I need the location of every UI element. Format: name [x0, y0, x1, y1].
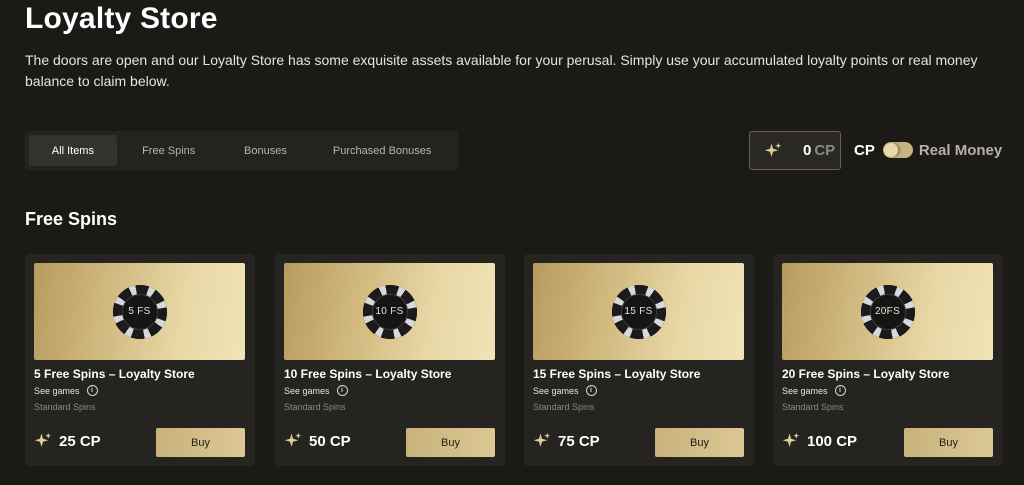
toggle-label-real-money[interactable]: Real Money — [919, 142, 1002, 159]
buy-button[interactable]: Buy — [655, 428, 744, 457]
see-games-link[interactable]: See games i — [782, 385, 846, 396]
card-banner: 15 FS — [533, 263, 744, 360]
free-spins-card: 10 FS 10 Free Spins – Loyalty Store See … — [275, 254, 505, 466]
category-tabs: All Items Free Spins Bonuses Purchased B… — [25, 131, 458, 170]
spin-type: Standard Spins — [533, 402, 595, 412]
card-title: 15 Free Spins – Loyalty Store — [533, 367, 701, 381]
sparkle-icon — [782, 432, 800, 450]
section-title: Free Spins — [25, 209, 118, 229]
card-banner: 20FS — [782, 263, 993, 360]
casino-chip-icon: 10 FS — [362, 284, 417, 339]
see-games-link[interactable]: See games i — [533, 385, 597, 396]
see-games-label: See games — [533, 385, 579, 396]
price-value: 50 CP — [309, 432, 351, 450]
free-spins-cards: 5 FS 5 Free Spins – Loyalty Store See ga… — [25, 254, 1005, 466]
info-icon[interactable]: i — [585, 385, 597, 396]
free-spins-card: 5 FS 5 Free Spins – Loyalty Store See ga… — [25, 254, 255, 466]
card-title: 20 Free Spins – Loyalty Store — [782, 367, 950, 381]
casino-chip-icon: 20FS — [860, 284, 915, 339]
price-value: 100 CP — [807, 432, 858, 450]
page-title: Loyalty Store — [25, 2, 218, 35]
sparkle-icon — [284, 432, 302, 450]
info-icon[interactable]: i — [86, 385, 98, 396]
price-value: 25 CP — [59, 432, 101, 450]
intro-text: The doors are open and our Loyalty Store… — [25, 52, 978, 89]
chip-label: 20FS — [869, 293, 906, 330]
balance-unit: CP — [814, 142, 836, 159]
chip-label: 10 FS — [371, 293, 408, 330]
card-title: 5 Free Spins – Loyalty Store — [34, 367, 195, 381]
see-games-label: See games — [34, 385, 80, 396]
cp-balance: 0 CP — [749, 131, 841, 170]
currency-toggle[interactable] — [882, 142, 913, 158]
price-value: 75 CP — [558, 432, 600, 450]
card-price: 50 CP — [284, 432, 351, 450]
buy-button[interactable]: Buy — [156, 428, 245, 457]
sparkle-icon — [533, 432, 551, 450]
card-banner: 10 FS — [284, 263, 495, 360]
spin-type: Standard Spins — [782, 402, 844, 412]
card-price: 25 CP — [34, 432, 101, 450]
info-icon[interactable]: i — [336, 385, 348, 396]
free-spins-card: 15 FS 15 Free Spins – Loyalty Store See … — [524, 254, 754, 466]
buy-button[interactable]: Buy — [904, 428, 993, 457]
spin-type: Standard Spins — [34, 402, 96, 412]
tab-purchased-bonuses[interactable]: Purchased Bonuses — [310, 135, 454, 166]
buy-button[interactable]: Buy — [406, 428, 495, 457]
free-spins-card: 20FS 20 Free Spins – Loyalty Store See g… — [773, 254, 1003, 466]
chip-label: 5 FS — [121, 293, 158, 330]
tab-all-items[interactable]: All Items — [29, 135, 117, 166]
toggle-knob — [883, 143, 898, 157]
see-games-link[interactable]: See games i — [34, 385, 98, 396]
casino-chip-icon: 15 FS — [611, 284, 666, 339]
info-icon[interactable]: i — [834, 385, 846, 396]
chip-label: 15 FS — [620, 293, 657, 330]
sparkle-icon — [764, 142, 782, 160]
card-banner: 5 FS — [34, 263, 245, 360]
toggle-label-cp[interactable]: CP — [854, 142, 875, 159]
tab-bonuses[interactable]: Bonuses — [221, 135, 311, 166]
sparkle-icon — [34, 432, 52, 450]
see-games-label: See games — [782, 385, 828, 396]
casino-chip-icon: 5 FS — [112, 284, 167, 339]
see-games-link[interactable]: See games i — [284, 385, 348, 396]
currency-toggle-group: CP Real Money — [854, 140, 1002, 160]
card-price: 75 CP — [533, 432, 600, 450]
card-title: 10 Free Spins – Loyalty Store — [284, 367, 452, 381]
spin-type: Standard Spins — [284, 402, 346, 412]
balance-amount: 0 — [803, 142, 812, 159]
tab-free-spins[interactable]: Free Spins — [117, 135, 221, 166]
see-games-label: See games — [284, 385, 330, 396]
card-price: 100 CP — [782, 432, 857, 450]
